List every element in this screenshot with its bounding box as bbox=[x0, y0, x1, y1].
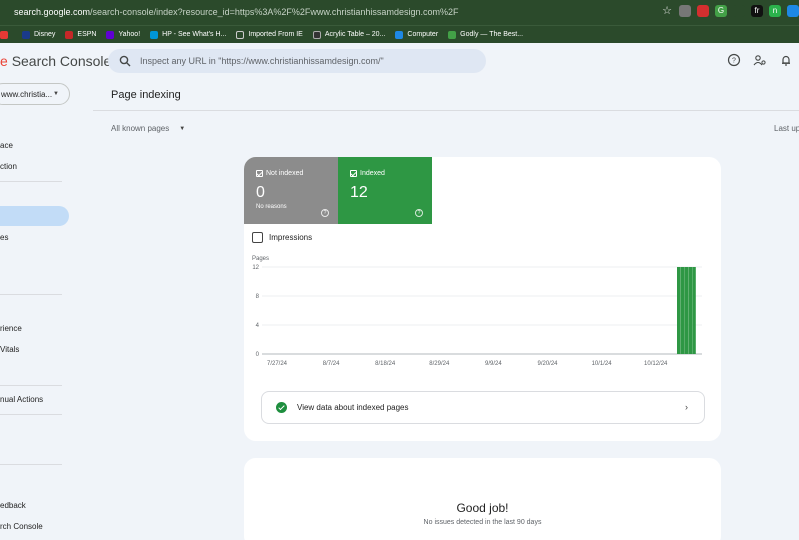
url-path: /search-console/index?resource_id=https%… bbox=[90, 7, 459, 17]
header-actions: ? bbox=[727, 53, 793, 67]
extension-icon[interactable]: G bbox=[715, 5, 727, 17]
no-issues-text: No issues detected in the last 90 days bbox=[423, 519, 542, 526]
help-icon[interactable]: ? bbox=[415, 209, 423, 217]
sidebar-item-page-experience[interactable]: rience bbox=[0, 324, 22, 333]
chart-bar bbox=[680, 267, 685, 354]
svg-text:?: ? bbox=[732, 58, 736, 65]
bookmark-item[interactable]: ESPN bbox=[65, 30, 96, 39]
good-job-heading: Good job! bbox=[456, 501, 509, 515]
sidebar-item-submit-feedback[interactable]: edback bbox=[0, 501, 26, 510]
dropdown-caret-icon: ▼ bbox=[179, 125, 186, 132]
y-tick-label: 8 bbox=[256, 294, 260, 300]
sidebar-divider bbox=[0, 464, 62, 465]
sidebar-divider bbox=[0, 181, 62, 182]
not-indexed-count: 0 bbox=[256, 184, 265, 201]
bookmark-youtube[interactable] bbox=[0, 30, 12, 39]
sidebar-item-core-web-vitals[interactable]: Vitals bbox=[0, 345, 19, 354]
sidebar-item-pages-active[interactable] bbox=[0, 206, 69, 226]
help-icon[interactable]: ? bbox=[727, 53, 741, 67]
chart-bar bbox=[684, 267, 689, 354]
last-updated-label: Last up bbox=[774, 124, 799, 133]
chart-bar bbox=[688, 267, 692, 354]
impressions-label: Impressions bbox=[269, 233, 313, 242]
app-name: Search Console bbox=[11, 53, 112, 69]
x-tick-label: 8/7/24 bbox=[323, 361, 340, 367]
checkbox-checked-icon bbox=[256, 170, 263, 177]
issues-card: Good job! No issues detected in the last… bbox=[244, 458, 721, 540]
bookmark-folder[interactable]: Imported From IE bbox=[236, 30, 303, 39]
sidebar: www.christia... ▼ ace ction es rience Vi… bbox=[0, 79, 92, 540]
bookmark-item[interactable]: Disney bbox=[22, 30, 55, 39]
x-tick-label: 9/20/24 bbox=[537, 361, 558, 367]
bookmark-item[interactable]: Godly — The Best... bbox=[448, 30, 523, 39]
app-logo[interactable]: e Search Console bbox=[0, 53, 111, 69]
extension-icons: ☆ G fr n bbox=[661, 5, 799, 17]
dropdown-caret-icon: ▼ bbox=[53, 91, 59, 97]
sidebar-item-sitemaps[interactable]: es bbox=[0, 233, 8, 242]
search-placeholder: Inspect any URL in "https://www.christia… bbox=[140, 56, 384, 66]
indexed-label: Indexed bbox=[350, 170, 385, 177]
manage-users-icon[interactable] bbox=[753, 53, 767, 67]
chevron-right-icon: › bbox=[685, 402, 688, 412]
indexed-count: 12 bbox=[350, 184, 368, 201]
not-indexed-tile[interactable]: Not indexed 0 No reasons ? bbox=[244, 157, 338, 224]
search-icon bbox=[119, 55, 131, 67]
chart-bar bbox=[692, 267, 696, 354]
view-indexed-data-link[interactable]: View data about indexed pages › bbox=[261, 391, 705, 424]
notifications-bell-icon[interactable] bbox=[779, 53, 793, 67]
sidebar-divider bbox=[0, 385, 62, 386]
sidebar-item-about-search-console[interactable]: rch Console bbox=[0, 522, 43, 531]
extension-icon[interactable] bbox=[679, 5, 691, 17]
x-tick-label: 9/9/24 bbox=[485, 361, 502, 367]
y-tick-label: 0 bbox=[256, 352, 260, 358]
page-title: Page indexing bbox=[111, 89, 181, 101]
app-header: e Search Console Inspect any URL in "htt… bbox=[0, 43, 799, 79]
bookmark-item[interactable]: Computer bbox=[395, 30, 438, 39]
indexing-summary-card: Not indexed 0 No reasons ? Indexed 12 ? … bbox=[244, 157, 721, 441]
pages-filter-dropdown[interactable]: All known pages ▼ bbox=[111, 124, 185, 133]
filter-label: All known pages bbox=[111, 124, 170, 133]
browser-url-bar[interactable]: search.google.com/search-console/index?r… bbox=[0, 0, 799, 25]
bookmark-item[interactable]: Acrylic Table – 20... bbox=[312, 30, 385, 39]
x-tick-label: 10/12/24 bbox=[644, 361, 668, 367]
extension-icon[interactable] bbox=[697, 5, 709, 17]
bookmark-item[interactable]: HP - See What's H... bbox=[150, 30, 226, 39]
sidebar-item-manual-actions[interactable]: nual Actions bbox=[0, 395, 43, 404]
sidebar-item-url-inspection[interactable]: ction bbox=[0, 162, 17, 171]
help-icon[interactable]: ? bbox=[321, 209, 329, 217]
not-indexed-label: Not indexed bbox=[256, 170, 303, 177]
checkbox-unchecked-icon bbox=[252, 232, 263, 243]
bookmark-star-icon[interactable]: ☆ bbox=[661, 5, 673, 17]
sidebar-item-performance[interactable]: ace bbox=[0, 141, 13, 150]
sidebar-divider bbox=[0, 294, 62, 295]
extension-icon[interactable]: fr bbox=[751, 5, 763, 17]
x-tick-label: 8/18/24 bbox=[375, 361, 396, 367]
bookmark-item[interactable]: Yahoo! bbox=[106, 30, 140, 39]
success-check-icon bbox=[276, 402, 287, 413]
x-tick-label: 10/1/24 bbox=[592, 361, 613, 367]
not-indexed-reasons: No reasons bbox=[256, 204, 287, 210]
chart-bar bbox=[677, 267, 681, 354]
property-name: www.christia... bbox=[1, 89, 53, 99]
sidebar-divider bbox=[0, 414, 62, 415]
checkbox-checked-icon bbox=[350, 170, 357, 177]
title-divider bbox=[93, 110, 799, 111]
bookmarks-bar: Disney ESPN Yahoo! HP - See What's H... … bbox=[0, 25, 799, 43]
url-text[interactable]: search.google.com/search-console/index?r… bbox=[14, 7, 458, 17]
property-selector[interactable]: www.christia... ▼ bbox=[0, 83, 70, 105]
impressions-toggle[interactable]: Impressions bbox=[252, 232, 312, 243]
x-tick-label: 7/27/24 bbox=[267, 361, 288, 367]
indexed-pages-chart: Pages 0 4 8 12 7/27/24 8/7/24 8/18/24 8/29/24 9/9… bbox=[252, 256, 702, 367]
y-tick-label: 4 bbox=[256, 323, 260, 329]
view-data-label: View data about indexed pages bbox=[297, 403, 409, 412]
extension-icon[interactable] bbox=[787, 5, 799, 17]
y-axis-title: Pages bbox=[252, 256, 269, 262]
indexed-tile[interactable]: Indexed 12 ? bbox=[338, 157, 432, 224]
x-tick-label: 8/29/24 bbox=[429, 361, 450, 367]
extension-icon[interactable] bbox=[733, 5, 745, 17]
extension-icon[interactable]: n bbox=[769, 5, 781, 17]
url-inspect-search[interactable]: Inspect any URL in "https://www.christia… bbox=[108, 49, 486, 73]
y-tick-label: 12 bbox=[252, 265, 259, 271]
url-host: search.google.com bbox=[14, 7, 91, 17]
